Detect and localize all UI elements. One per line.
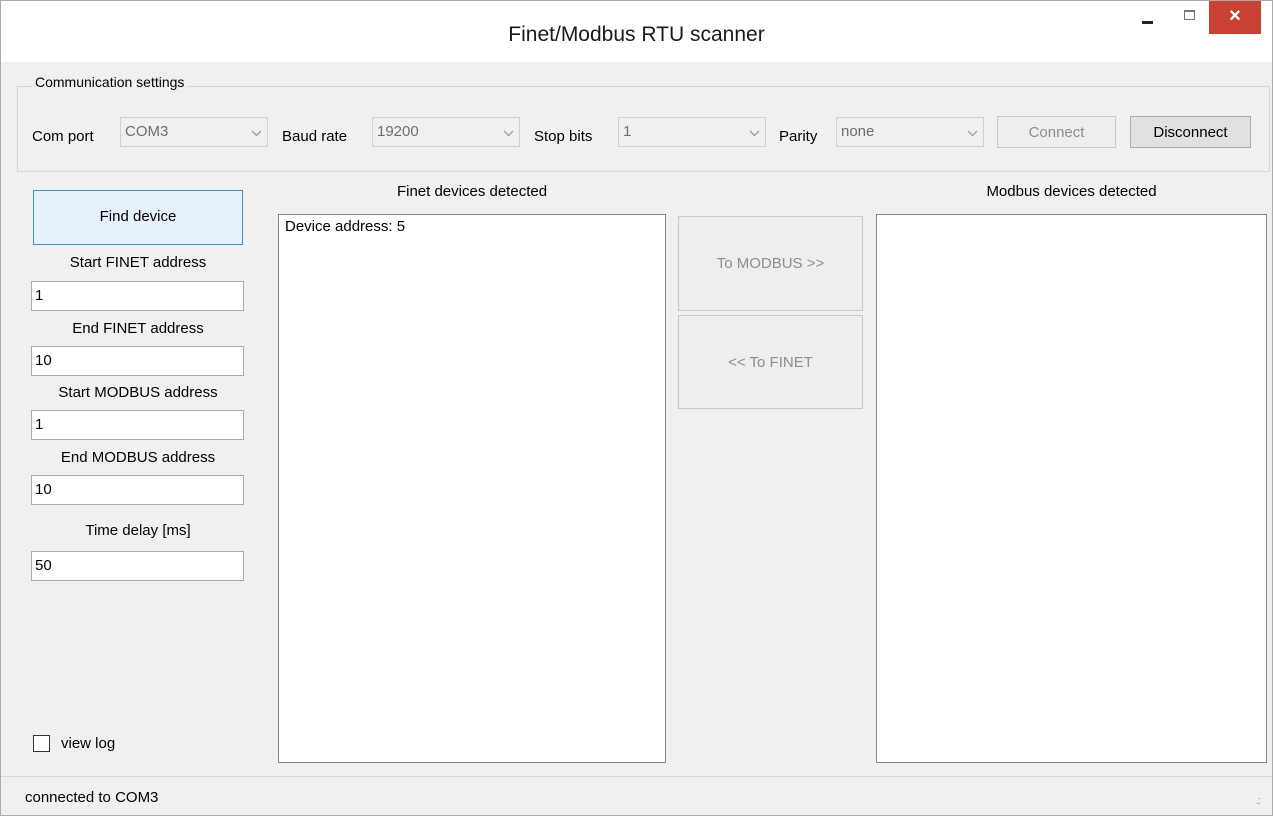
- disconnect-button[interactable]: Disconnect: [1130, 116, 1251, 148]
- finet-devices-list[interactable]: Device address: 5: [278, 214, 666, 763]
- main-window: Finet/Modbus RTU scanner × Communication…: [0, 0, 1273, 816]
- end-finet-label: End FINET address: [72, 320, 204, 337]
- baud-rate-select[interactable]: 19200: [372, 117, 520, 147]
- list-item[interactable]: Device address: 5: [285, 218, 659, 235]
- modbus-devices-header: Modbus devices detected: [986, 183, 1157, 200]
- title-bar[interactable]: Finet/Modbus RTU scanner ×: [1, 1, 1272, 62]
- chevron-down-icon: [749, 126, 760, 137]
- communication-settings-legend: Communication settings: [32, 74, 188, 90]
- maximize-icon: [1184, 10, 1195, 20]
- view-log-label[interactable]: view log: [61, 735, 115, 752]
- parity-label: Parity: [779, 128, 818, 145]
- view-log-checkbox[interactable]: [33, 735, 50, 752]
- to-finet-button[interactable]: << To FINET: [678, 315, 863, 409]
- chevron-down-icon: [503, 126, 514, 137]
- baud-rate-label: Baud rate: [282, 128, 348, 145]
- start-modbus-label: Start MODBUS address: [58, 384, 218, 401]
- time-delay-input[interactable]: 50: [31, 551, 244, 581]
- start-finet-input[interactable]: 1: [31, 281, 244, 311]
- start-modbus-input[interactable]: 1: [31, 410, 244, 440]
- parity-select[interactable]: none: [836, 117, 984, 147]
- baud-rate-value: 19200: [377, 123, 419, 140]
- close-icon: ×: [1229, 5, 1241, 27]
- stop-bits-value: 1: [623, 123, 632, 140]
- connect-button[interactable]: Connect: [997, 116, 1116, 148]
- stop-bits-label: Stop bits: [534, 128, 593, 145]
- chevron-down-icon: [967, 126, 978, 137]
- time-delay-label: Time delay [ms]: [85, 522, 191, 539]
- close-button[interactable]: ×: [1209, 1, 1261, 34]
- end-modbus-label: End MODBUS address: [60, 449, 216, 466]
- minimize-icon: [1142, 21, 1153, 24]
- to-modbus-button[interactable]: To MODBUS >>: [678, 216, 863, 311]
- minimize-button[interactable]: [1129, 1, 1169, 34]
- start-finet-label: Start FINET address: [69, 254, 207, 271]
- find-device-button[interactable]: Find device: [33, 190, 243, 245]
- parity-value: none: [841, 123, 875, 140]
- end-finet-input[interactable]: 10: [31, 346, 244, 376]
- maximize-button[interactable]: [1171, 1, 1211, 34]
- status-bar-divider: [1, 776, 1272, 777]
- modbus-devices-list[interactable]: [876, 214, 1267, 763]
- window-title: Finet/Modbus RTU scanner: [508, 23, 765, 46]
- end-modbus-input[interactable]: 10: [31, 475, 244, 505]
- resize-grip-icon[interactable]: .:: [1256, 795, 1261, 807]
- finet-devices-header: Finet devices detected: [396, 183, 548, 200]
- stop-bits-select[interactable]: 1: [618, 117, 766, 147]
- com-port-value: COM3: [125, 123, 169, 140]
- com-port-select[interactable]: COM3: [120, 117, 268, 147]
- status-text: connected to COM3: [25, 789, 159, 806]
- com-port-label: Com port: [32, 128, 94, 145]
- chevron-down-icon: [251, 126, 262, 137]
